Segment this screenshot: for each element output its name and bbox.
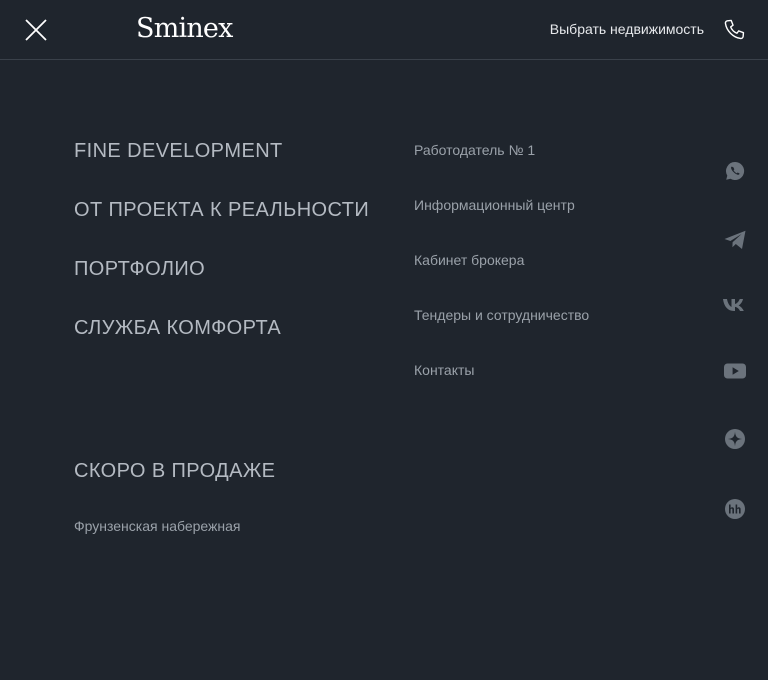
secondary-menu: Работодатель № 1 Информационный центр Ка… bbox=[414, 142, 589, 417]
vk-icon[interactable] bbox=[722, 292, 748, 318]
menu-overlay: Sminex Выбрать недвижимость FINE DEVELOP… bbox=[0, 0, 768, 680]
main-menu: FINE DEVELOPMENT ОТ ПРОЕКТА К РЕАЛЬНОСТИ… bbox=[74, 140, 369, 376]
whatsapp-icon[interactable] bbox=[722, 158, 748, 184]
header: Sminex Выбрать недвижимость bbox=[0, 0, 768, 60]
social-links bbox=[722, 0, 748, 680]
telegram-icon[interactable] bbox=[722, 227, 748, 253]
coming-soon-frunzenskaya[interactable]: Фрунзенская набережная bbox=[74, 518, 275, 534]
main-menu-comfort-service[interactable]: СЛУЖБА КОМФОРТА bbox=[74, 317, 369, 376]
secondary-menu-employer[interactable]: Работодатель № 1 bbox=[414, 142, 589, 197]
secondary-menu-tenders[interactable]: Тендеры и сотрудничество bbox=[414, 307, 589, 362]
zen-icon[interactable] bbox=[722, 426, 748, 452]
logo[interactable]: Sminex bbox=[136, 13, 233, 44]
choose-property-link[interactable]: Выбрать недвижимость bbox=[550, 21, 704, 37]
youtube-icon[interactable] bbox=[722, 358, 748, 384]
secondary-menu-info-center[interactable]: Информационный центр bbox=[414, 197, 589, 252]
main-menu-from-project-to-reality[interactable]: ОТ ПРОЕКТА К РЕАЛЬНОСТИ bbox=[74, 199, 369, 258]
main-menu-portfolio[interactable]: ПОРТФОЛИО bbox=[74, 258, 369, 317]
coming-soon-section: СКОРО В ПРОДАЖЕ Фрунзенская набережная bbox=[74, 460, 275, 534]
secondary-menu-contacts[interactable]: Контакты bbox=[414, 362, 589, 417]
secondary-menu-broker-cabinet[interactable]: Кабинет брокера bbox=[414, 252, 589, 307]
main-menu-fine-development[interactable]: FINE DEVELOPMENT bbox=[74, 140, 369, 199]
hh-icon[interactable] bbox=[722, 496, 748, 522]
close-icon[interactable] bbox=[22, 16, 50, 44]
coming-soon-title: СКОРО В ПРОДАЖЕ bbox=[74, 460, 276, 482]
